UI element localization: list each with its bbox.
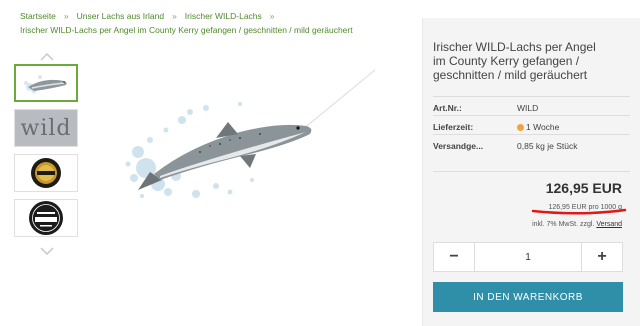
product-info-panel: Irischer WILD-Lachs per Angel im County … xyxy=(422,18,640,326)
gallery-down-button[interactable] xyxy=(14,244,80,258)
great-taste-badge-icon xyxy=(29,201,63,235)
product-title: Irischer WILD-Lachs per Angel im County … xyxy=(433,40,596,82)
salmon-thumb-image xyxy=(24,75,67,94)
breadcrumb-separator: » xyxy=(172,11,177,21)
fishing-line xyxy=(301,69,376,131)
spec-label: Art.Nr.: xyxy=(433,103,462,113)
chevron-down-icon xyxy=(40,247,54,256)
thumbnail-great-taste[interactable] xyxy=(14,199,78,237)
thumbnail-wild-text[interactable]: wild xyxy=(14,109,78,147)
add-to-cart-button[interactable]: IN DEN WARENKORB xyxy=(433,282,623,312)
spec-value: 1 Woche xyxy=(526,122,560,132)
tax-note-text: inkl. 7% MwSt. zzgl. xyxy=(532,221,595,228)
spec-value: 0,85 kg je Stück xyxy=(517,141,578,151)
thumbnail-quality-seal[interactable] xyxy=(14,154,78,192)
delivery-status-dot-icon xyxy=(517,124,524,131)
quantity-input[interactable]: 1 xyxy=(474,243,582,271)
spec-divider xyxy=(433,171,630,172)
product-price: 126,95 EUR xyxy=(545,180,622,196)
gallery-up-button[interactable] xyxy=(14,50,80,64)
red-underline-annotation xyxy=(531,208,627,215)
salmon-fish xyxy=(138,122,312,190)
main-product-image[interactable] xyxy=(120,60,380,210)
chevron-up-icon xyxy=(40,52,54,61)
breadcrumb-item-salmon-ireland[interactable]: Unser Lachs aus Irland xyxy=(77,11,164,21)
spec-value-wrap: 1 Woche xyxy=(517,122,559,132)
spec-label: Versandge... xyxy=(433,141,484,151)
spec-label: Lieferzeit: xyxy=(433,122,474,132)
spec-value: WILD xyxy=(517,103,539,113)
thumbnail-gallery: wild xyxy=(14,50,80,258)
spec-divider xyxy=(433,96,630,97)
breadcrumb-separator: » xyxy=(269,11,275,21)
minus-icon: − xyxy=(449,248,459,265)
quantity-decrease-button[interactable]: − xyxy=(434,243,474,271)
quantity-stepper: − 1 + xyxy=(433,242,623,272)
spec-divider xyxy=(433,115,630,116)
breadcrumb-current[interactable]: Irischer WILD-Lachs per Angel im County … xyxy=(20,25,353,35)
breadcrumb-separator: » xyxy=(63,11,69,21)
shipping-link[interactable]: Versand xyxy=(596,221,622,228)
wild-thumb-label: wild xyxy=(20,115,72,141)
tax-note: inkl. 7% MwSt. zzgl. Versand xyxy=(532,221,622,228)
thumbnail-salmon[interactable] xyxy=(14,64,78,102)
quality-seal-icon xyxy=(31,158,61,188)
breadcrumb: Startseite » Unser Lachs aus Irland » Irisch… xyxy=(20,9,420,37)
spec-divider xyxy=(433,134,630,135)
breadcrumb-item-wild-salmon[interactable]: Irischer WILD-Lachs xyxy=(185,11,262,21)
plus-icon: + xyxy=(597,248,607,265)
quantity-increase-button[interactable]: + xyxy=(582,243,622,271)
breadcrumb-item-home[interactable]: Startseite xyxy=(20,11,56,21)
